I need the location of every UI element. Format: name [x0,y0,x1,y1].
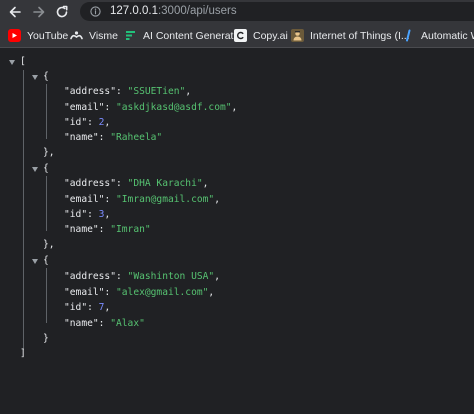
json-field-name: "name": "Alax" [64,318,145,329]
url-text[interactable]: 127.0.0.1:3000/api/users [110,4,237,19]
visme-icon [70,29,83,42]
copyai-icon [234,29,247,42]
back-button[interactable] [6,3,24,21]
json-object-close: }, [43,239,55,250]
json-viewer: [ { "address": "SSUETien", "email": "ask… [0,49,474,414]
indent-guide [46,268,47,323]
bookmark-automatic[interactable]: Automatic Wh [402,27,474,44]
json-object-open: { [43,255,49,266]
bookmark-iot[interactable]: Internet of Things (I... [291,27,410,44]
collapse-toggle-user-3[interactable] [32,259,38,264]
indent-guide [46,176,47,231]
json-object-open: { [43,163,49,174]
collapse-toggle-user-1[interactable] [32,75,38,80]
bookmark-copyai[interactable]: Copy.ai [234,27,288,44]
forward-button[interactable] [30,3,48,21]
json-field-email: "email": "askdjkasd@asdf.com", [64,102,238,113]
json-open-bracket: [ [20,56,26,67]
reload-icon [56,5,68,18]
json-object-close: } [43,333,49,344]
url-path: :3000/api/users [157,5,237,17]
json-object-close: }, [43,147,55,158]
indent-guide [46,84,47,139]
json-field-email: "email": "Imran@gmail.com", [64,194,220,205]
json-field-name: "name": "Raheela" [64,132,163,143]
json-close-bracket: ] [20,348,26,359]
address-bar[interactable]: 127.0.0.1:3000/api/users [80,2,474,21]
bookmark-label: Visme [89,29,118,42]
iot-icon [291,29,304,42]
bookmark-label: Internet of Things (I... [310,29,410,42]
json-field-name: "name": "Imran" [64,224,151,235]
reload-button[interactable] [53,3,71,21]
json-field-address: "address": "Washinton USA", [64,271,220,282]
json-field-id: "id": 7, [64,302,111,313]
json-field-email: "email": "alex@gmail.com", [64,287,215,298]
ai-content-icon [124,29,137,42]
json-field-id: "id": 2, [64,117,111,128]
browser-toolbar: 127.0.0.1:3000/api/users [0,0,474,23]
bookmark-ai-content[interactable]: AI Content Generat... [124,27,242,44]
automatic-icon [402,29,415,42]
arrow-left-icon [9,6,21,18]
bookmark-label: Copy.ai [253,29,288,42]
info-icon[interactable] [90,6,101,17]
indent-guide [23,70,24,350]
bookmark-youtube[interactable]: YouTube [8,27,68,44]
bookmark-label: Automatic Wh [421,29,474,42]
bookmarks-bar: YouTube Visme AI Content Generat... Copy… [0,23,474,48]
url-host: 127.0.0.1 [110,5,158,17]
youtube-icon [8,29,21,42]
json-field-id: "id": 3, [64,209,111,220]
json-field-address: "address": "SSUETien", [64,86,192,97]
collapse-toggle-user-2[interactable] [32,167,38,172]
json-field-address: "address": "DHA Karachi", [64,178,209,189]
bookmark-label: AI Content Generat... [143,29,243,42]
bookmark-label: YouTube [27,29,69,42]
collapse-toggle-root[interactable] [9,60,15,65]
bookmark-visme[interactable]: Visme [70,27,118,44]
json-object-open: { [43,71,49,82]
arrow-right-icon [33,6,45,18]
